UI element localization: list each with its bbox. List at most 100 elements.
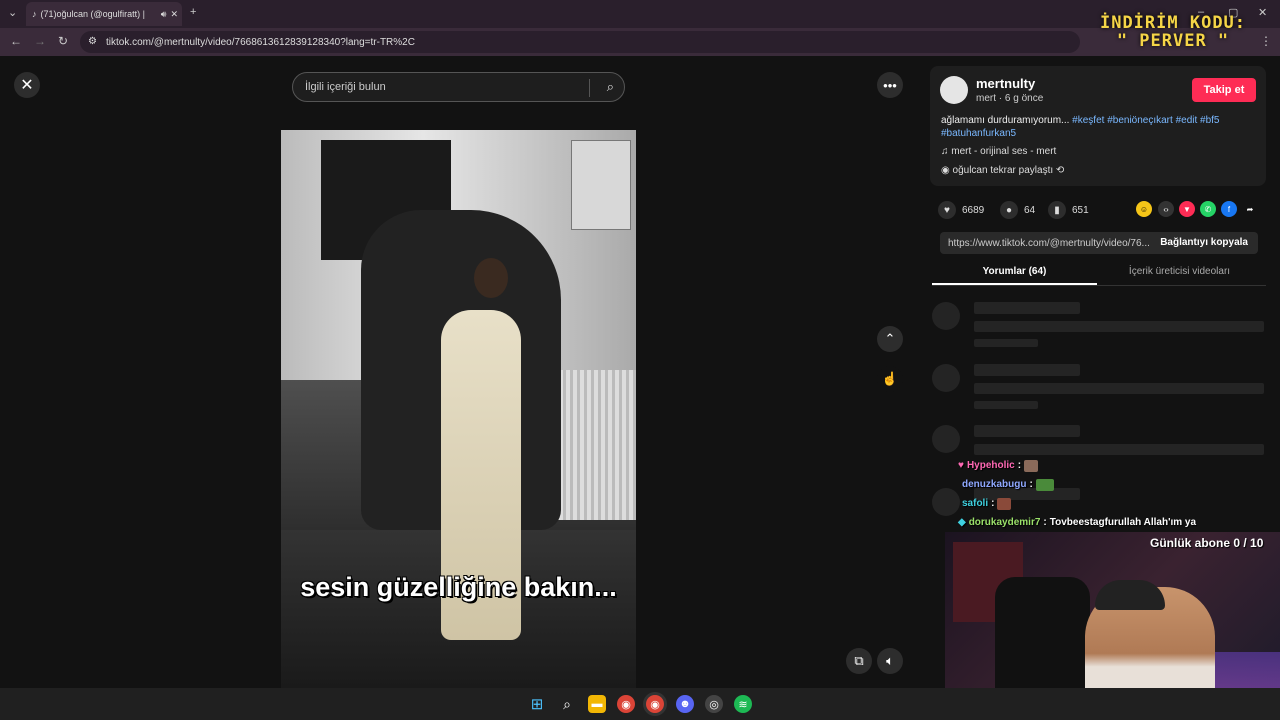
browser-menu-icon[interactable]: ⋮ (1260, 34, 1272, 48)
chat-line: ◆ dorukaydemir7: Tovbeestagfurullah Alla… (958, 513, 1278, 532)
like-stat[interactable]: ♥ 6689 (938, 201, 984, 219)
search-input[interactable]: İlgili içeriği bulun ⌕ (292, 72, 625, 102)
hand-cursor-icon: ☝ (881, 371, 899, 386)
hashtags[interactable]: #keşfet #beniöneçıkart #edit #bf5 (1072, 115, 1219, 126)
skeleton-line (974, 444, 1264, 455)
stream-chat-overlay: ♥ Hypeholic: denuzkabugu: safoli: ◆ doru… (958, 456, 1278, 532)
chat-emote-icon (997, 497, 1012, 510)
webcam-streamer-hair (1095, 580, 1165, 610)
video-frame-poster (571, 140, 631, 230)
share-link-field[interactable]: https://www.tiktok.com/@mertnulty/video/… (940, 232, 1258, 254)
close-icon: ✕ (20, 77, 34, 94)
chat-line: denuzkabugu: (958, 475, 1278, 494)
post-info-card: mertnulty mert · 6 g önce Takip et ağlam… (930, 66, 1266, 186)
copy-link-button[interactable]: Bağlantıyı kopyala (1160, 237, 1248, 248)
file-explorer-icon[interactable]: ▬ (588, 695, 606, 713)
tab-creator-videos[interactable]: İçerik üreticisi videoları (1097, 266, 1262, 277)
chat-badge-icon: ♥ (958, 460, 964, 471)
skeleton-line (974, 321, 1264, 332)
obs-icon[interactable]: ◎ (705, 695, 723, 713)
url-field[interactable]: ⚙ tiktok.com/@mertnulty/video/7668613612… (80, 31, 1080, 53)
chrome-icon[interactable]: ◉ (617, 695, 635, 713)
avatar[interactable] (940, 76, 968, 104)
browser-tab[interactable]: ♪ (71)oğulcan (@ogulfiratt) | 🔊︎ ✕ (26, 2, 182, 26)
chat-colon: : (1043, 517, 1047, 528)
chat-message: Tovbeestagfurullah Allah'ım ya (1049, 517, 1197, 528)
heart-icon: ♥ (938, 201, 956, 219)
skeleton-line (974, 383, 1264, 394)
whatsapp-icon[interactable]: ✆ (1200, 201, 1216, 217)
username[interactable]: mertnulty (976, 76, 1035, 91)
comment-skeleton (932, 302, 1268, 362)
new-tab-button[interactable]: + (190, 6, 196, 18)
chat-username: dorukaydemir7 (968, 517, 1041, 528)
windows-start-icon[interactable]: ⊞ (528, 695, 546, 713)
repost-avatar-icon: ◉ (941, 165, 953, 176)
forward-icon[interactable]: → (34, 34, 46, 48)
facebook-icon[interactable]: f (1221, 201, 1237, 217)
skeleton-line (974, 339, 1038, 347)
bookmark-icon: ▮ (1048, 201, 1066, 219)
chat-username: safoli (962, 498, 989, 509)
video-player[interactable]: sesin güzelliğine bakın... (281, 130, 636, 688)
comment-icon: ● (1000, 201, 1018, 219)
skeleton-line (974, 302, 1080, 314)
skeleton-line (974, 364, 1080, 376)
skeleton-avatar (932, 488, 960, 516)
spotify-icon[interactable]: ≋ (734, 695, 752, 713)
back-icon[interactable]: ← (10, 34, 22, 48)
sub-goal-counter: Günlük abone 0 / 10 (1150, 536, 1264, 550)
promo-line2: " PERVER " (1116, 31, 1230, 51)
search-icon[interactable]: ⌕ (607, 79, 614, 95)
like-count: 6689 (962, 204, 985, 216)
close-video-button[interactable]: ✕ (14, 72, 40, 98)
chat-colon: : (1017, 460, 1022, 471)
chrome-active-icon[interactable]: ◉ (646, 695, 664, 713)
pip-button[interactable]: ⧉ (846, 648, 872, 674)
window-close-icon[interactable]: ✕ (1258, 6, 1267, 19)
comment-count: 64 (1024, 204, 1036, 216)
music-text: mert - orijinal ses - mert (951, 146, 1057, 157)
comment-stat[interactable]: ● 64 (1000, 201, 1035, 219)
send-icon[interactable]: ▼ (1179, 201, 1195, 217)
panel-tabs: Yorumlar (64) İçerik üreticisi videoları (932, 262, 1266, 286)
hashtags-2[interactable]: #batuhanfurkan5 (941, 128, 1016, 139)
tab-list-icon[interactable]: ⌄ (8, 6, 17, 19)
volume-icon: 🔈︎ (886, 653, 894, 668)
description-text: ağlamamı durduramıyorum... (941, 115, 1070, 126)
video-frame-singer-head (474, 258, 508, 298)
windows-taskbar: ⊞ ⌕ ▬ ◉ ◉ ☻ ◎ ≋ (0, 688, 1280, 720)
save-stat[interactable]: ▮ 651 (1048, 201, 1089, 219)
more-icon: ••• (883, 77, 897, 93)
emoji-share-icon[interactable]: ☺ (1136, 201, 1152, 217)
site-info-icon[interactable]: ⚙ (88, 36, 97, 47)
follow-button[interactable]: Takip et (1192, 78, 1256, 102)
chat-emote-icon (1024, 459, 1039, 472)
volume-button[interactable]: 🔈︎ (877, 648, 903, 674)
skeleton-avatar (932, 302, 960, 330)
repost-text: oğulcan tekrar paylaştı (952, 165, 1054, 176)
more-options-button[interactable]: ••• (877, 72, 903, 98)
chat-colon: : (1029, 479, 1033, 490)
previous-video-button[interactable]: ⌃ (877, 326, 903, 352)
skeleton-avatar (932, 425, 960, 453)
chat-colon: : (991, 498, 995, 509)
reload-icon[interactable]: ↻ (58, 34, 68, 48)
tab-comments[interactable]: Yorumlar (64) (932, 266, 1097, 285)
speaker-icon[interactable]: 🔊︎ (161, 9, 167, 20)
post-subline: mert · 6 g önce (976, 93, 1044, 104)
discord-icon[interactable]: ☻ (676, 695, 694, 713)
music-line[interactable]: ♫ mert - orijinal ses - mert (941, 146, 1056, 157)
chat-badge-icon: ◆ (958, 517, 966, 528)
skeleton-avatar (932, 364, 960, 392)
next-video-button[interactable]: ☝ (877, 366, 903, 392)
tab-close-icon[interactable]: ✕ (170, 9, 178, 20)
search-icon[interactable]: ⌕ (558, 695, 576, 713)
share-arrow-icon[interactable]: ➦ (1242, 201, 1258, 217)
video-caption: sesin güzelliğine bakın... (300, 572, 617, 602)
embed-icon[interactable]: ‹› (1158, 201, 1174, 217)
tab-title: (71)oğulcan (@ogulfiratt) | (40, 9, 146, 19)
repost-icon: ⟲ (1055, 165, 1065, 176)
tiktok-favicon-icon: ♪ (32, 9, 37, 19)
url-text: tiktok.com/@mertnulty/video/766861361283… (106, 36, 415, 48)
